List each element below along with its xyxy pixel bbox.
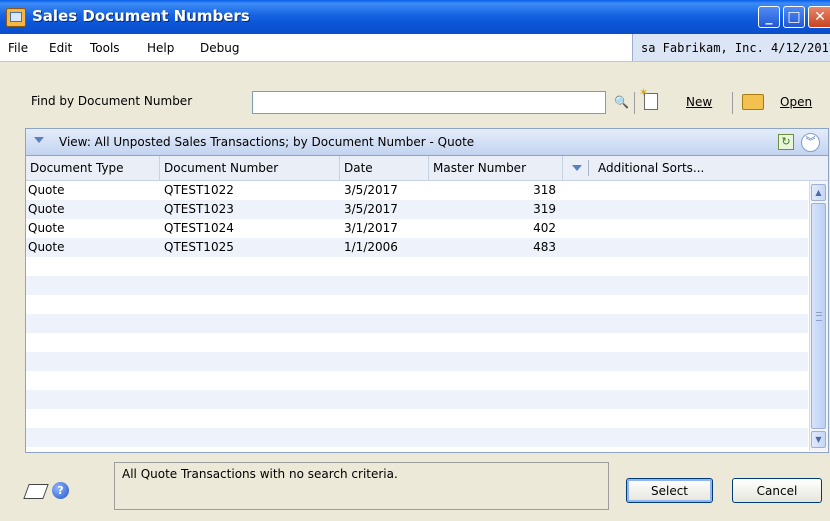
table-row[interactable]: Quote QTEST1025 1/1/2006 483: [26, 238, 808, 257]
cell-master-number: 483: [533, 240, 556, 254]
menu-tools[interactable]: Tools: [90, 41, 120, 55]
cell-document-number: QTEST1024: [164, 221, 234, 235]
toolbar-separator: [634, 92, 635, 114]
view-dropdown-icon[interactable]: [34, 137, 44, 143]
cancel-button[interactable]: Cancel: [732, 478, 822, 503]
cell-master-number: 318: [533, 183, 556, 197]
refresh-icon[interactable]: ↻: [778, 134, 794, 150]
company-info: sa Fabrikam, Inc. 4/12/2017: [632, 34, 830, 61]
company-info-text: sa Fabrikam, Inc. 4/12/2017: [641, 41, 830, 55]
maximize-button[interactable]: □: [783, 6, 805, 28]
cell-document-type: Quote: [28, 202, 65, 216]
status-box: All Quote Transactions with no search cr…: [114, 462, 609, 510]
window-title: Sales Document Numbers: [32, 7, 250, 25]
cell-document-number: QTEST1025: [164, 240, 234, 254]
cell-document-type: Quote: [28, 240, 65, 254]
cell-date: 3/1/2017: [344, 221, 398, 235]
column-header-additional-sorts[interactable]: Additional Sorts...: [594, 156, 808, 180]
column-header-date[interactable]: Date: [340, 156, 429, 180]
cell-document-type: Quote: [28, 183, 65, 197]
empty-row: [26, 409, 808, 428]
menu-debug[interactable]: Debug: [200, 41, 239, 55]
table-row[interactable]: Quote QTEST1023 3/5/2017 319: [26, 200, 808, 219]
cell-date: 3/5/2017: [344, 202, 398, 216]
binoculars-icon[interactable]: 🔍: [614, 95, 629, 109]
cell-date: 1/1/2006: [344, 240, 398, 254]
empty-row: [26, 333, 808, 352]
vertical-scrollbar[interactable]: ▲ ▼: [809, 181, 828, 451]
column-header-document-number[interactable]: Document Number: [160, 156, 340, 180]
title-bar[interactable]: Sales Document Numbers _ □ ✕: [0, 0, 830, 34]
cell-master-number: 319: [533, 202, 556, 216]
new-document-icon[interactable]: [639, 86, 658, 110]
empty-row: [26, 371, 808, 390]
scroll-thumb[interactable]: [811, 203, 826, 429]
cell-master-number: 402: [533, 221, 556, 235]
status-message: All Quote Transactions with no search cr…: [122, 467, 398, 481]
empty-row: [26, 390, 808, 409]
view-bar[interactable]: View: All Unposted Sales Transactions; b…: [26, 129, 828, 156]
close-button[interactable]: ✕: [808, 6, 830, 28]
grid-header: Document Type Document Number Date Maste…: [26, 156, 828, 181]
note-icon[interactable]: [23, 484, 49, 499]
cell-date: 3/5/2017: [344, 183, 398, 197]
open-button[interactable]: Open: [780, 95, 812, 109]
cell-document-number: QTEST1022: [164, 183, 234, 197]
scroll-grip-icon: [816, 312, 822, 321]
menu-help[interactable]: Help: [147, 41, 174, 55]
empty-row: [26, 428, 808, 447]
sort-dropdown-icon[interactable]: [572, 165, 582, 171]
empty-row: [26, 352, 808, 371]
view-label[interactable]: View: All Unposted Sales Transactions; b…: [59, 135, 474, 149]
cell-document-number: QTEST1023: [164, 202, 234, 216]
menu-file[interactable]: File: [8, 41, 28, 55]
scroll-down-icon[interactable]: ▼: [811, 431, 826, 448]
empty-row: [26, 276, 808, 295]
empty-row: [26, 314, 808, 333]
cell-document-type: Quote: [28, 221, 65, 235]
column-header-document-type[interactable]: Document Type: [26, 156, 160, 180]
empty-row: [26, 295, 808, 314]
app-window-icon: [6, 8, 26, 27]
header-separator: [588, 160, 589, 176]
sales-document-numbers-window: Sales Document Numbers _ □ ✕ File Edit T…: [0, 0, 830, 521]
table-row[interactable]: Quote QTEST1022 3/5/2017 318: [26, 181, 808, 200]
open-folder-icon[interactable]: [742, 94, 764, 110]
empty-row: [26, 257, 808, 276]
collapse-chevron-icon[interactable]: ︾: [801, 133, 820, 152]
find-label: Find by Document Number: [31, 94, 193, 108]
help-icon[interactable]: ?: [52, 482, 69, 499]
select-button[interactable]: Select: [626, 478, 713, 503]
minimize-button[interactable]: _: [758, 6, 780, 28]
menu-edit[interactable]: Edit: [49, 41, 72, 55]
table-row[interactable]: Quote QTEST1024 3/1/2017 402: [26, 219, 808, 238]
scroll-up-icon[interactable]: ▲: [811, 184, 826, 201]
document-grid: View: All Unposted Sales Transactions; b…: [25, 128, 829, 453]
find-document-number-input[interactable]: [252, 91, 606, 114]
column-header-master-number[interactable]: Master Number: [429, 156, 563, 180]
new-button[interactable]: New: [686, 95, 712, 109]
toolbar-separator: [732, 92, 733, 114]
